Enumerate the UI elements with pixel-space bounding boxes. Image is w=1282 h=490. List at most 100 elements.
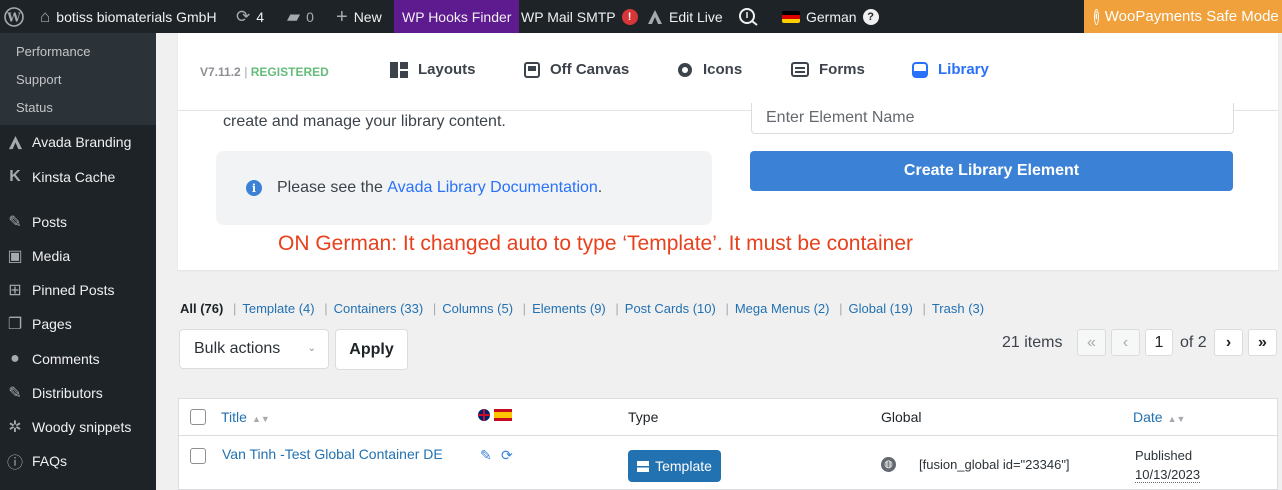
next-page-button[interactable]: ›	[1214, 329, 1243, 356]
pin-icon: ✎	[8, 214, 22, 231]
apply-button[interactable]: Apply	[335, 329, 408, 370]
notice-prefix: Please see the	[277, 179, 388, 196]
sidebar-item-label: Avada Branding	[32, 134, 132, 150]
create-library-element-button[interactable]: Create Library Element	[750, 151, 1233, 191]
version-number: V7.11.2	[200, 65, 241, 79]
filter-global[interactable]: Global (19)	[849, 301, 913, 316]
filter-all[interactable]: All (76)	[180, 301, 223, 316]
lightbulb-search-icon	[739, 7, 758, 26]
language-label: German	[806, 8, 857, 25]
mail-smtp-link[interactable]: WP Mail SMTP !	[521, 0, 638, 33]
comments-count: 0	[306, 8, 314, 25]
forms-icon	[791, 62, 809, 77]
table-header: Title ▲▼ Type Global Date ▲▼	[179, 399, 1277, 436]
search-bulb-link[interactable]	[738, 0, 760, 33]
type-template-button[interactable]: Template	[628, 450, 721, 482]
sort-icon: ▲▼	[251, 414, 270, 424]
submenu-item-status[interactable]: Status	[0, 93, 156, 121]
sidebar-item-label: Media	[32, 248, 71, 264]
german-flag-icon	[782, 10, 800, 23]
layouts-icon	[390, 61, 408, 78]
first-page-button: «	[1077, 329, 1106, 356]
tab-icons[interactable]: Icons	[677, 61, 742, 78]
comments-icon: ●	[10, 350, 20, 367]
current-page-input[interactable]	[1145, 329, 1173, 356]
filter-mega-menus[interactable]: Mega Menus (2)	[735, 301, 830, 316]
filter-template[interactable]: Template (4)	[242, 301, 314, 316]
column-title-label: Title	[221, 409, 247, 425]
wordpress-logo-icon[interactable]: W	[4, 0, 24, 33]
tab-library[interactable]: Library	[912, 61, 989, 78]
column-type: Type	[628, 409, 659, 425]
info-icon: i	[1094, 8, 1099, 25]
mail-smtp-alert-badge: !	[621, 8, 638, 25]
sidebar-item-label: Comments	[32, 351, 100, 367]
tab-layouts[interactable]: Layouts	[390, 61, 476, 78]
last-page-button[interactable]: »	[1248, 329, 1277, 356]
sidebar-item-faqs[interactable]: ⓘ FAQs	[0, 446, 156, 476]
plus-icon: +	[336, 5, 348, 28]
total-pages: of 2	[1180, 334, 1207, 351]
site-name-link[interactable]: ⌂ botiss biomaterials GmbH	[40, 0, 217, 33]
filter-containers[interactable]: Containers (33)	[334, 301, 424, 316]
sidebar-item-avada-branding[interactable]: Avada Branding	[0, 127, 156, 157]
language-switcher[interactable]: German ?	[782, 0, 879, 33]
submenu-item-performance[interactable]: Performance	[0, 37, 156, 65]
filter-trash[interactable]: Trash (3)	[932, 301, 984, 316]
row-title-link[interactable]: Van Tinh -Test Global Container DE	[222, 446, 443, 462]
home-icon: ⌂	[40, 7, 51, 26]
filter-elements[interactable]: Elements (9)	[532, 301, 606, 316]
filter-columns[interactable]: Columns (5)	[442, 301, 513, 316]
edit-live-link[interactable]: Edit Live	[647, 0, 723, 33]
sidebar-item-label: Pinned Posts	[32, 282, 115, 298]
grid-icon: ⊞	[8, 282, 22, 299]
sidebar-item-label: Posts	[32, 214, 68, 230]
sync-icon[interactable]: ⟳	[501, 447, 513, 464]
column-date[interactable]: Date ▲▼	[1133, 409, 1185, 425]
bulk-actions-select[interactable]: Bulk actions ⌄	[179, 329, 329, 369]
updates-count: 4	[256, 8, 265, 25]
column-global: Global	[881, 409, 922, 425]
element-name-input[interactable]	[751, 103, 1234, 134]
sidebar-item-distributors[interactable]: ✎ Distributors	[0, 378, 156, 408]
tab-off-canvas[interactable]: Off Canvas	[524, 61, 629, 78]
global-shortcode: [fusion_global id="23346"]	[919, 457, 1070, 472]
woopayments-label: WooPayments Safe Mode	[1104, 8, 1279, 25]
sidebar-item-posts[interactable]: ✎ Posts	[0, 207, 156, 237]
comments-link[interactable]: ▰ 0	[287, 0, 314, 33]
library-icon	[912, 61, 928, 78]
icons-icon	[678, 62, 692, 77]
sidebar-item-label: FAQs	[32, 453, 68, 469]
sidebar-item-media[interactable]: ▣ Media	[0, 241, 156, 271]
sidebar-item-kinsta-cache[interactable]: K Kinsta Cache	[0, 162, 156, 192]
woopayments-safe-mode[interactable]: i WooPayments Safe Mode	[1084, 0, 1282, 33]
sidebar-item-pages[interactable]: ❐ Pages	[0, 309, 156, 339]
sidebar-item-comments[interactable]: ● Comments	[0, 344, 156, 374]
avada-icon	[0, 135, 30, 150]
select-all-checkbox[interactable]	[190, 409, 206, 425]
kinsta-icon: K	[9, 168, 21, 185]
spain-flag-icon	[494, 409, 512, 421]
hooks-finder-link[interactable]: WP Hooks Finder	[394, 0, 520, 33]
tab-label: Forms	[819, 61, 865, 78]
tab-forms[interactable]: Forms	[791, 61, 865, 78]
row-checkbox[interactable]	[190, 448, 206, 464]
comment-icon: ▰	[287, 7, 301, 26]
new-content-link[interactable]: + New	[336, 0, 382, 33]
mail-smtp-label: WP Mail SMTP	[521, 8, 616, 25]
column-title[interactable]: Title ▲▼	[221, 409, 270, 425]
svg-text:W: W	[6, 10, 21, 24]
tab-label: Layouts	[418, 61, 476, 78]
annotation-note: ON German: It changed auto to type ‘Temp…	[278, 232, 913, 255]
media-icon: ▣	[7, 248, 23, 265]
submenu-item-support[interactable]: Support	[0, 65, 156, 93]
library-docs-link[interactable]: Avada Library Documentation	[387, 179, 598, 197]
sidebar-item-woody-snippets[interactable]: ✲ Woody snippets	[0, 412, 156, 442]
sidebar-item-pinned-posts[interactable]: ⊞ Pinned Posts	[0, 275, 156, 305]
pencil-icon[interactable]: ✎	[480, 447, 492, 464]
filter-post-cards[interactable]: Post Cards (10)	[625, 301, 716, 316]
pin-icon: ✎	[8, 385, 22, 402]
sidebar-item-label: Kinsta Cache	[32, 169, 116, 185]
sidebar-item-label: Distributors	[32, 385, 103, 401]
updates-link[interactable]: ⟳ 4	[236, 0, 264, 33]
